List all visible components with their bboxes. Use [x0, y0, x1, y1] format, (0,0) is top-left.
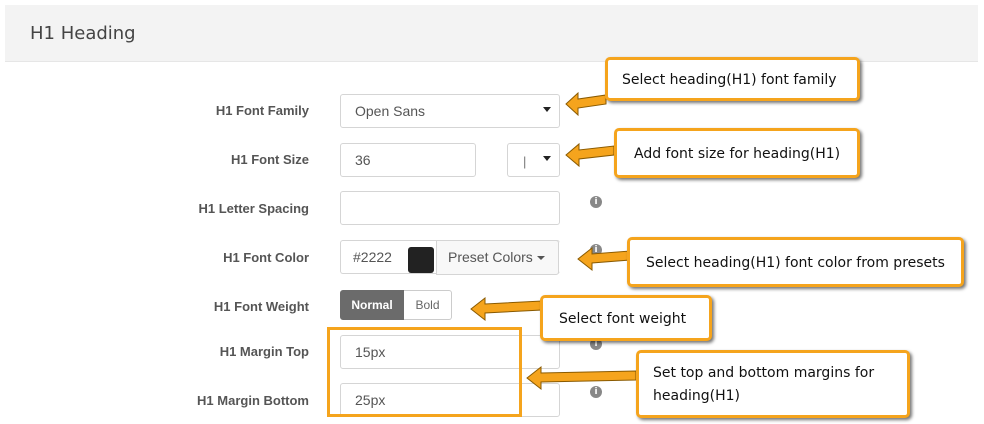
arrow-left-icon: [565, 142, 615, 168]
callout-font-family-text: Select heading(H1) font family: [622, 72, 837, 88]
callout-margins-line1: Set top and bottom margins for: [653, 365, 875, 381]
callout-font-color-text: Select heading(H1) font color from prese…: [646, 255, 945, 271]
arrow-left-icon: [565, 91, 607, 117]
callout-font-weight-text: Select font weight: [559, 311, 687, 327]
arrow-left-icon: [526, 365, 637, 391]
callout-margins-line2: heading(H1): [653, 388, 740, 404]
arrow-left-icon: [470, 296, 543, 322]
arrow-left-icon: [577, 246, 631, 272]
callout-font-size-text: Add font size for heading(H1): [634, 146, 841, 162]
callout-margins: Set top and bottom margins for heading(H…: [636, 350, 910, 418]
callout-font-color: Select heading(H1) font color from prese…: [627, 237, 964, 287]
callout-font-family: Select heading(H1) font family: [605, 57, 860, 101]
callout-font-weight: Select font weight: [540, 295, 712, 341]
callout-font-size: Add font size for heading(H1): [614, 128, 860, 178]
